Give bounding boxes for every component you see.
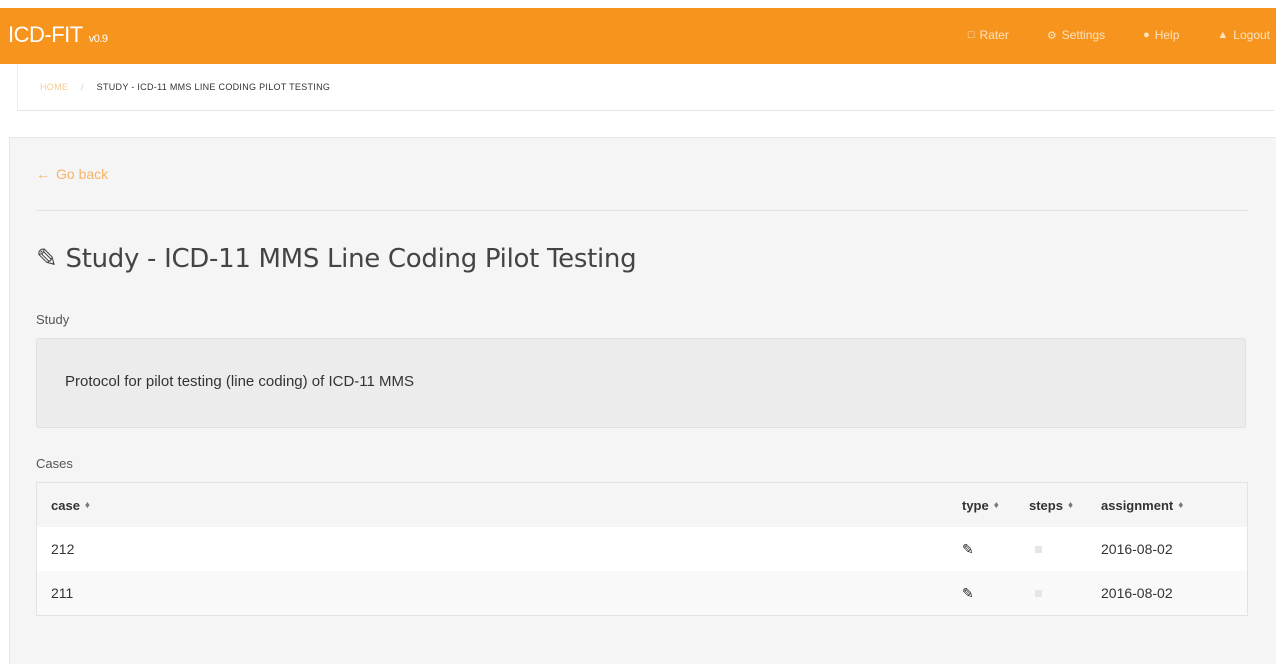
table-row[interactable]: 212 ✎ 2016-08-02 bbox=[37, 527, 1247, 571]
help-icon: ● bbox=[1143, 29, 1150, 41]
nav-links: □ Rater ⚙ Settings ● Help ▲ Logout bbox=[930, 28, 1270, 42]
case-id[interactable]: 212 bbox=[51, 527, 74, 571]
header-type[interactable]: type ♦ bbox=[962, 483, 999, 527]
study-description-well: Protocol for pilot testing (line coding)… bbox=[36, 338, 1246, 428]
steps-dot bbox=[1035, 545, 1042, 553]
steps-indicator bbox=[1029, 571, 1042, 615]
top-navbar: ICD-FIT v0.9 □ Rater ⚙ Settings ● Help ▲ … bbox=[0, 8, 1276, 64]
nav-logout[interactable]: ▲ Logout bbox=[1217, 28, 1270, 42]
sort-icon: ♦ bbox=[993, 499, 999, 511]
study-label: Study bbox=[36, 312, 70, 327]
header-assignment[interactable]: assignment ♦ bbox=[1101, 483, 1183, 527]
steps-dot bbox=[1035, 589, 1042, 597]
page-title: ✎ Study - ICD-11 MMS Line Coding Pilot T… bbox=[36, 244, 637, 274]
laptop-icon: □ bbox=[967, 29, 975, 41]
assignment-date: 2016-08-02 bbox=[1101, 585, 1173, 601]
cases-table: case ♦ type ♦ steps ♦ assignment ♦ 212 ✎ 201… bbox=[36, 482, 1248, 616]
nav-settings[interactable]: ⚙ Settings bbox=[1047, 28, 1105, 42]
table-header-row: case ♦ type ♦ steps ♦ assignment ♦ bbox=[37, 483, 1247, 527]
steps-indicator bbox=[1029, 527, 1042, 571]
header-assignment-label: assignment bbox=[1101, 497, 1174, 513]
nav-rater-label: Rater bbox=[979, 28, 1009, 42]
sort-icon: ♦ bbox=[84, 499, 91, 511]
header-type-label: type bbox=[962, 497, 989, 513]
arrow-left-icon: ← bbox=[36, 166, 50, 182]
edit-icon: ✎ bbox=[962, 540, 974, 557]
lock-icon: ▲ bbox=[1217, 29, 1229, 41]
header-steps-label: steps bbox=[1029, 497, 1063, 513]
go-back-label: Go back bbox=[56, 166, 109, 182]
type-edit-icon[interactable]: ✎ bbox=[962, 571, 974, 615]
sort-icon: ♦ bbox=[1067, 499, 1074, 511]
main-panel: ← Go back ✎ Study - ICD-11 MMS Line Codi… bbox=[9, 137, 1276, 664]
breadcrumb-separator: / bbox=[81, 82, 84, 92]
nav-help-label: Help bbox=[1154, 28, 1180, 42]
nav-help[interactable]: ● Help bbox=[1143, 28, 1179, 42]
nav-settings-label: Settings bbox=[1061, 28, 1106, 42]
cases-label: Cases bbox=[36, 456, 73, 471]
assignment-date: 2016-08-02 bbox=[1101, 541, 1173, 557]
table-row[interactable]: 211 ✎ 2016-08-02 bbox=[37, 571, 1247, 615]
go-back-link[interactable]: ← Go back bbox=[36, 166, 108, 182]
study-description: Protocol for pilot testing (line coding)… bbox=[65, 373, 415, 390]
breadcrumb-home[interactable]: HOME bbox=[40, 82, 68, 92]
edit-icon: ✎ bbox=[36, 244, 58, 274]
header-case[interactable]: case ♦ bbox=[51, 483, 90, 527]
app-name[interactable]: ICD-FIT bbox=[8, 22, 83, 47]
page-title-text: Study - ICD-11 MMS Line Coding Pilot Tes… bbox=[65, 244, 637, 274]
header-case-label: case bbox=[51, 497, 80, 513]
nav-rater[interactable]: □ Rater bbox=[968, 28, 1009, 42]
app-version: v0.9 bbox=[88, 33, 108, 45]
type-edit-icon[interactable]: ✎ bbox=[962, 527, 974, 571]
brand[interactable]: ICD-FIT v0.9 bbox=[8, 22, 108, 48]
nav-logout-label: Logout bbox=[1233, 28, 1270, 42]
gear-icon: ⚙ bbox=[1046, 29, 1057, 42]
case-id[interactable]: 211 bbox=[51, 571, 73, 615]
sort-icon: ♦ bbox=[1178, 499, 1184, 511]
edit-icon: ✎ bbox=[962, 584, 974, 601]
breadcrumb-bar: HOME / STUDY - ICD-11 MMS LINE CODING PI… bbox=[17, 64, 1274, 111]
breadcrumb-current: STUDY - ICD-11 MMS LINE CODING PILOT TES… bbox=[96, 82, 331, 92]
header-steps[interactable]: steps ♦ bbox=[1029, 483, 1073, 527]
breadcrumb: HOME / STUDY - ICD-11 MMS LINE CODING PI… bbox=[40, 82, 330, 92]
divider bbox=[36, 210, 1248, 211]
